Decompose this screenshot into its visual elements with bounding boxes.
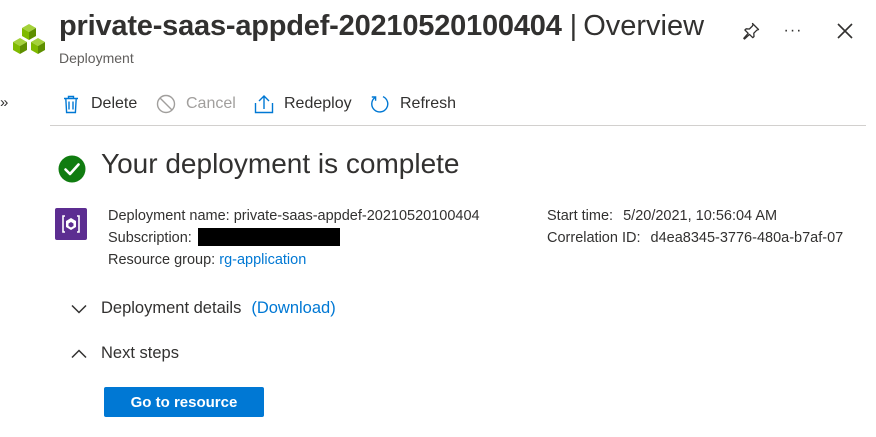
success-check-icon xyxy=(58,155,86,183)
command-bar: Delete Cancel Redeploy Refresh xyxy=(50,84,866,126)
chevron-up-icon xyxy=(70,345,88,363)
trash-icon xyxy=(60,93,82,115)
redeploy-button[interactable]: Redeploy xyxy=(253,92,352,116)
start-time-label: Start time: xyxy=(547,208,614,224)
correlation-id-value: d4ea8345-3776-480a-b7af-07 xyxy=(650,230,844,246)
refresh-icon xyxy=(369,93,391,115)
resource-group-label: Resource group: xyxy=(108,252,216,268)
refresh-button[interactable]: Refresh xyxy=(369,92,456,116)
page-subtitle: Deployment xyxy=(59,50,134,66)
cancel-label: Cancel xyxy=(186,95,236,112)
redeploy-label: Redeploy xyxy=(284,95,352,112)
resource-group-row: Resource group: rg-application xyxy=(108,249,306,271)
deployment-name-value: private-saas-appdef-20210520100404 xyxy=(233,208,480,224)
resource-group-link[interactable]: rg-application xyxy=(219,252,306,268)
deployment-details-section[interactable]: Deployment details (Download) xyxy=(70,299,336,318)
cancel-button[interactable]: Cancel xyxy=(155,92,236,116)
delete-label: Delete xyxy=(91,95,138,112)
correlation-id-label: Correlation ID: xyxy=(547,230,641,246)
start-time-value: 5/20/2021, 10:56:04 AM xyxy=(623,208,778,224)
next-steps-label: Next steps xyxy=(101,344,179,362)
page-title: private-saas-appdef-20210520100404 | Overv… xyxy=(59,10,704,43)
expand-menu-button[interactable]: » xyxy=(0,94,8,111)
download-link[interactable]: (Download) xyxy=(251,299,335,318)
delete-button[interactable]: Delete xyxy=(60,92,137,116)
deployment-overview-page: private-saas-appdef-20210520100404 | Overv… xyxy=(0,0,876,437)
subscription-row: Subscription: xyxy=(108,227,340,249)
chevron-down-icon xyxy=(70,300,88,318)
cancel-icon xyxy=(155,93,177,115)
deployment-icon xyxy=(55,208,87,240)
close-button[interactable] xyxy=(832,18,858,44)
deployment-title: private-saas-appdef-20210520100404 xyxy=(59,10,562,42)
deployment-status-title: Your deployment is complete xyxy=(101,148,460,179)
deployment-name-label: Deployment name: xyxy=(108,208,230,224)
resource-group-icon xyxy=(13,24,45,54)
next-steps-section[interactable]: Next steps xyxy=(70,344,179,363)
upload-icon xyxy=(253,93,275,115)
correlation-id-row: Correlation ID: d4ea8345-3776-480a-b7af-… xyxy=(547,227,843,249)
deployment-name-row: Deployment name: private-saas-appdef-202… xyxy=(108,205,480,227)
close-icon xyxy=(837,23,853,39)
refresh-label: Refresh xyxy=(400,95,457,112)
more-options-button[interactable]: ··· xyxy=(780,18,806,44)
deployment-details-label: Deployment details xyxy=(101,299,242,317)
pin-button[interactable] xyxy=(738,18,764,44)
view-title: Overview xyxy=(583,10,705,42)
pin-icon xyxy=(743,22,760,40)
subscription-label: Subscription: xyxy=(108,230,192,246)
go-to-resource-button[interactable]: Go to resource xyxy=(104,387,264,417)
start-time-row: Start time: 5/20/2021, 10:56:04 AM xyxy=(547,205,777,227)
redacted-subscription xyxy=(197,228,340,246)
title-separator: | xyxy=(569,10,578,42)
